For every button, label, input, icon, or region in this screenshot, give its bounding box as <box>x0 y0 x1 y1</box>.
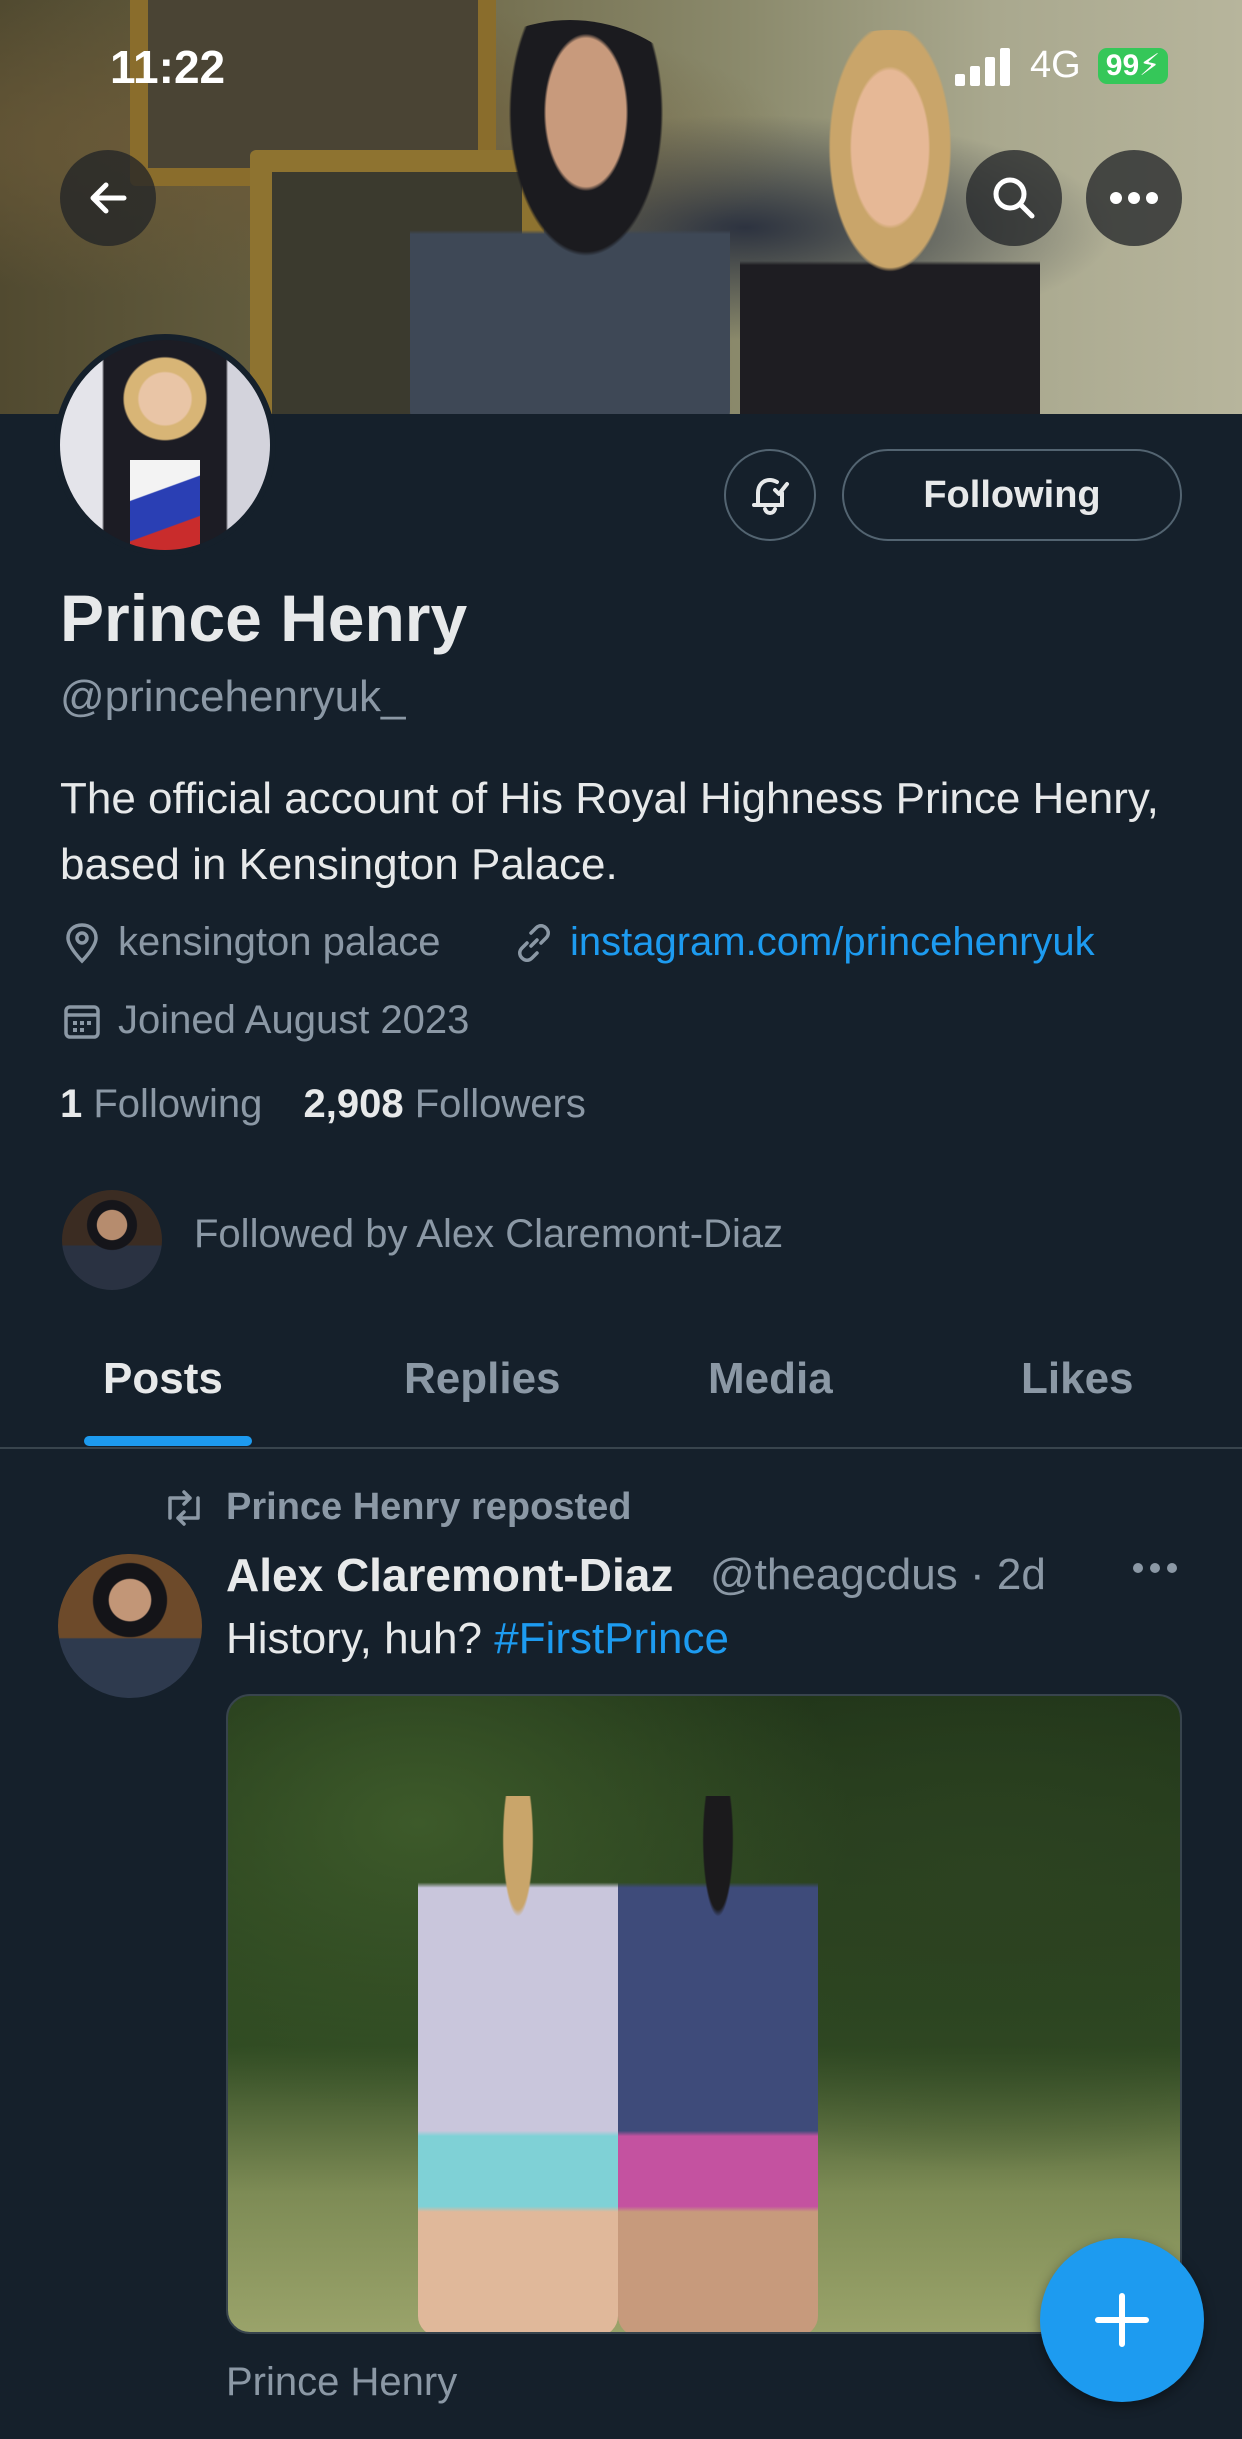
profile-avatar[interactable] <box>54 334 276 556</box>
post-body: History, huh? <box>226 1614 495 1663</box>
profile-name: Prince Henry <box>60 581 468 655</box>
tab-replies[interactable]: Replies <box>404 1354 561 1404</box>
active-tab-indicator <box>84 1436 252 1446</box>
charging-icon: ⚡ <box>1139 49 1161 82</box>
post-media-image[interactable] <box>226 1694 1182 2334</box>
calendar-icon <box>64 1004 100 1039</box>
followed-by-text[interactable]: Followed by Alex Claremont-Diaz <box>194 1212 783 1257</box>
tab-media[interactable]: Media <box>708 1354 833 1404</box>
following-count: 1 <box>60 1082 83 1126</box>
notifications-button[interactable] <box>724 449 816 541</box>
post-text: History, huh? #FirstPrince <box>226 1614 729 1664</box>
post-hashtag[interactable]: #FirstPrince <box>494 1614 729 1663</box>
more-horizontal-icon <box>1110 192 1158 204</box>
battery-level: 99 <box>1105 49 1140 82</box>
media-person <box>618 1796 818 2332</box>
next-post-author: Prince Henry <box>226 2360 458 2404</box>
tab-likes[interactable]: Likes <box>1021 1354 1134 1404</box>
following-button[interactable]: Following <box>842 449 1182 541</box>
bell-check-icon <box>752 477 789 516</box>
back-button[interactable] <box>60 150 156 246</box>
battery-indicator: 99⚡ <box>1098 48 1168 84</box>
repost-icon <box>168 1489 200 1526</box>
location-pin-icon <box>66 922 98 963</box>
profile-handle: @princehenryuk_ <box>60 672 406 721</box>
following-label: Following <box>93 1082 263 1126</box>
followers-label: Followers <box>414 1082 586 1126</box>
website-link[interactable]: instagram.com/princehenryuk <box>570 920 1095 965</box>
post-author-handle[interactable]: @theagcdus <box>710 1550 958 1599</box>
tabs-divider <box>0 1447 1242 1449</box>
profile-stats: 1 Following 2,908 Followers <box>60 1082 586 1127</box>
tab-posts[interactable]: Posts <box>103 1354 223 1404</box>
status-bar: 11:22 4G 99⚡ <box>0 0 1242 130</box>
search-icon <box>993 177 1035 219</box>
status-time: 11:22 <box>110 41 226 93</box>
cellular-signal-icon <box>955 48 1010 86</box>
arrow-left-icon <box>90 182 127 214</box>
link-icon <box>518 923 550 962</box>
network-type: 4G <box>1030 44 1081 86</box>
post-more-icon[interactable] <box>1130 1556 1180 1580</box>
repost-label: Prince Henry reposted <box>226 1486 632 1528</box>
location-text: kensington palace <box>118 920 441 964</box>
post-separator: · <box>969 1550 985 1599</box>
more-options-button[interactable] <box>1086 150 1182 246</box>
media-person <box>418 1796 618 2332</box>
profile-location: kensington palace <box>60 920 440 965</box>
plus-icon <box>1095 2293 1149 2347</box>
repost-indicator: Prince Henry reposted <box>160 1486 631 1529</box>
post-author-name[interactable]: Alex Claremont-Diaz <box>226 1548 673 1602</box>
followers-count: 2,908 <box>303 1082 404 1126</box>
post-age: 2d <box>996 1550 1046 1599</box>
post-author-avatar[interactable] <box>58 1554 202 1698</box>
avatar-sash <box>130 460 200 550</box>
following-stat[interactable]: 1 Following <box>60 1082 262 1126</box>
search-button[interactable] <box>966 150 1062 246</box>
compose-button[interactable] <box>1040 2238 1204 2402</box>
profile-joined: Joined August 2023 <box>60 998 469 1043</box>
profile-website[interactable]: instagram.com/princehenryuk <box>512 920 1095 965</box>
followers-stat[interactable]: 2,908 Followers <box>303 1082 585 1126</box>
follower-avatar[interactable] <box>62 1190 162 1290</box>
joined-text: Joined August 2023 <box>118 998 470 1042</box>
profile-bio: The official account of His Royal Highne… <box>60 774 1159 889</box>
post-author-meta: @theagcdus · 2d <box>710 1550 1046 1600</box>
